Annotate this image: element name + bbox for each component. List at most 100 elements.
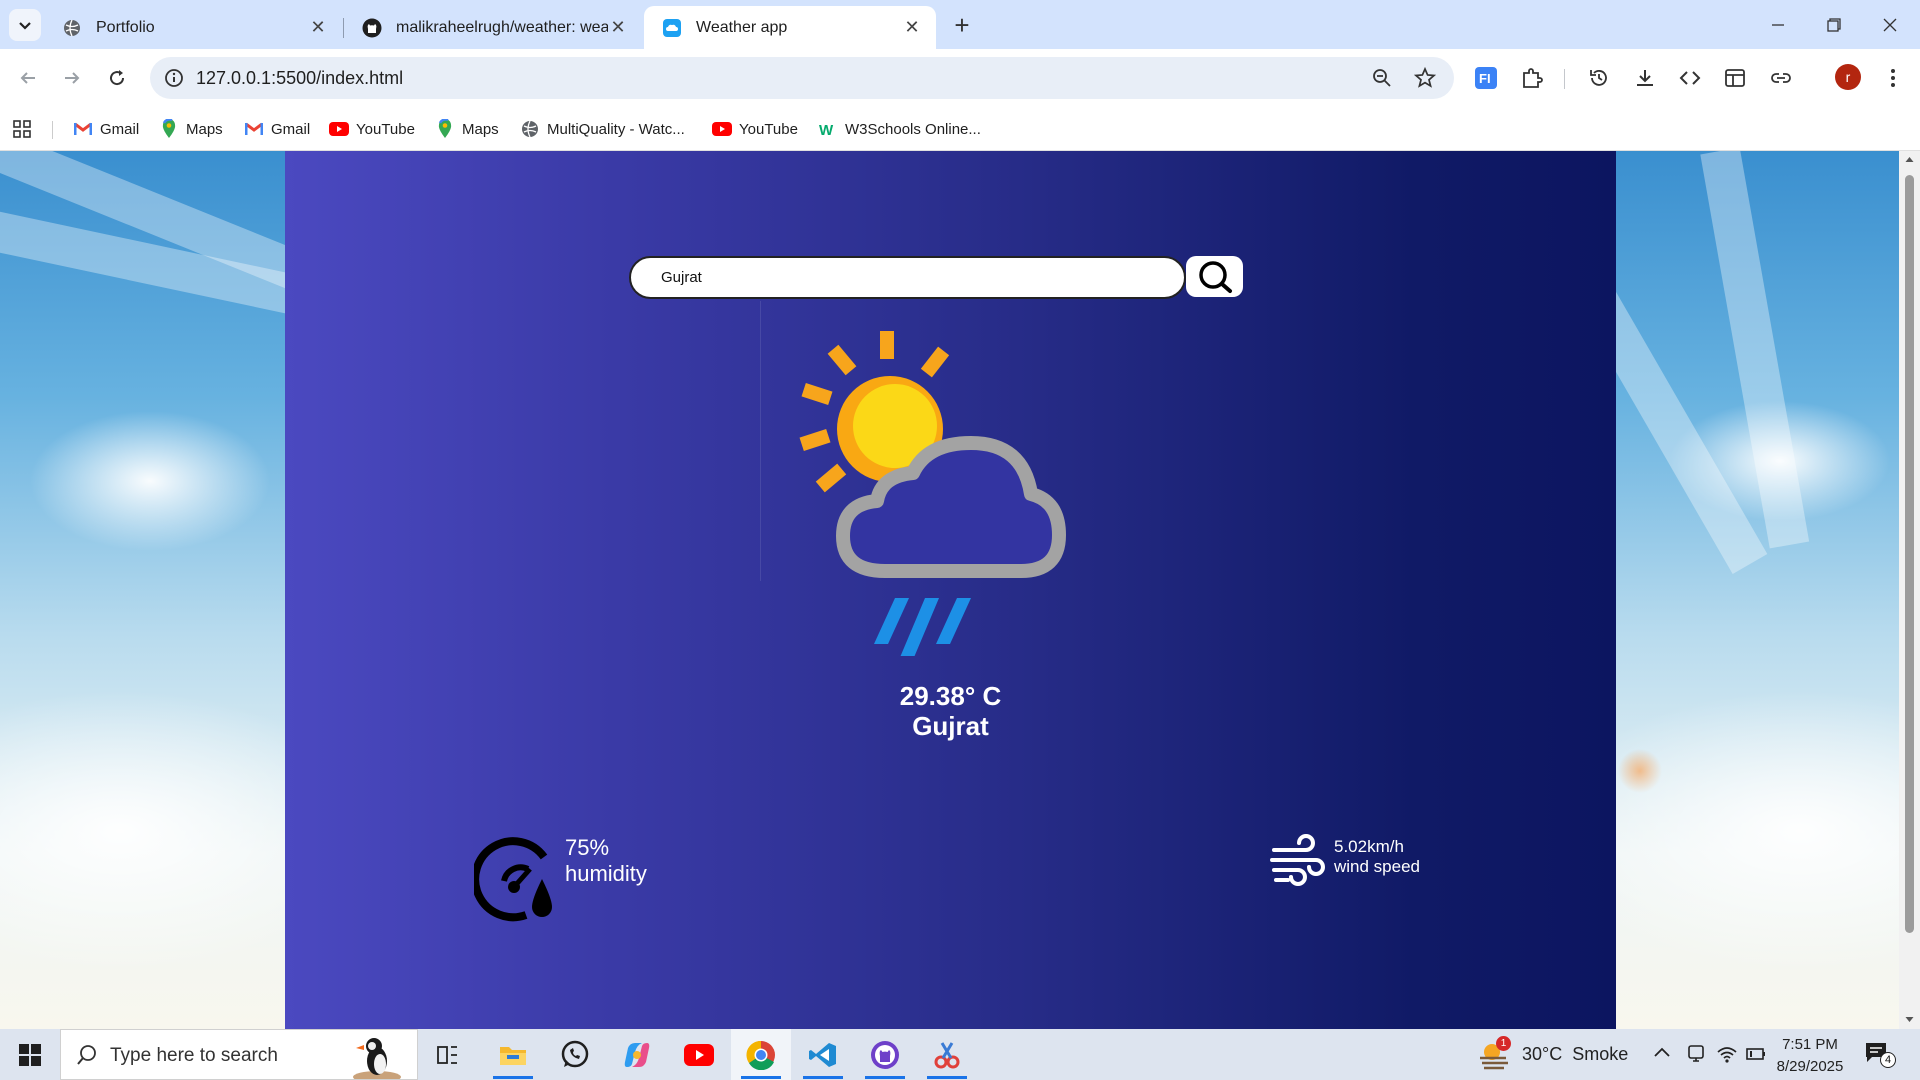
- tab-portfolio[interactable]: Portfolio ✕: [44, 6, 342, 49]
- temperature-text: 29.38° C: [899, 681, 1002, 711]
- search-box: [629, 256, 1186, 299]
- running-indicator: [741, 1076, 781, 1079]
- running-indicator: [493, 1076, 533, 1079]
- wind-icon: [1270, 834, 1325, 886]
- copilot-button[interactable]: [607, 1029, 667, 1080]
- windows-logo-icon: [19, 1043, 41, 1066]
- scroll-up-icon[interactable]: [1905, 155, 1914, 164]
- running-indicator: [865, 1076, 905, 1079]
- bookmark-label: Gmail: [100, 120, 140, 138]
- taskbar-search-box[interactable]: Type here to search: [60, 1029, 418, 1080]
- wind-speed-value: 5.02km/h: [1334, 837, 1404, 856]
- downloads-button[interactable]: [1629, 62, 1661, 94]
- bookmark-gmail[interactable]: Gmail: [244, 117, 310, 141]
- close-tab-icon[interactable]: ✕: [902, 17, 922, 38]
- task-view-icon: [437, 1045, 457, 1064]
- extension-fi-button[interactable]: FI: [1470, 62, 1502, 94]
- profile-avatar[interactable]: r: [1835, 64, 1861, 90]
- network-button[interactable]: [1716, 1043, 1738, 1070]
- share-link-button[interactable]: [1765, 62, 1797, 94]
- notifications-button[interactable]: 4: [1864, 1041, 1896, 1069]
- bookmark-star-icon[interactable]: [1413, 66, 1437, 94]
- show-hidden-icons-button[interactable]: [1652, 1043, 1672, 1068]
- reload-button[interactable]: [101, 62, 133, 94]
- folder-icon: [500, 1046, 526, 1065]
- taskbar-weather-widget[interactable]: 1 30°C Smoke: [1478, 1029, 1628, 1080]
- whatsapp-button[interactable]: [545, 1029, 605, 1080]
- task-view-button[interactable]: [418, 1029, 478, 1080]
- bookmark-separator: [52, 121, 53, 139]
- apps-button[interactable]: [12, 117, 32, 141]
- github-icon: [362, 18, 382, 38]
- battery-button[interactable]: [1745, 1043, 1767, 1070]
- history-button[interactable]: [1583, 62, 1615, 94]
- file-explorer-button[interactable]: [483, 1029, 543, 1080]
- youtube-icon: [684, 1043, 714, 1066]
- search-icon: [1198, 260, 1232, 293]
- restore-button[interactable]: [1806, 0, 1862, 49]
- devtools-button[interactable]: [1674, 62, 1706, 94]
- bookmark-youtube[interactable]: YouTube: [329, 117, 415, 141]
- close-window-button[interactable]: [1862, 0, 1918, 49]
- weather-alert-badge: 1: [1496, 1035, 1511, 1051]
- url-text[interactable]: 127.0.0.1:5500/index.html: [196, 68, 403, 89]
- scrollbar-thumb[interactable]: [1905, 175, 1914, 933]
- humidity-label: humidity: [565, 861, 647, 886]
- bookmark-maps[interactable]: Maps: [435, 117, 499, 141]
- minimize-button[interactable]: [1750, 0, 1806, 49]
- side-panel-button[interactable]: [1719, 62, 1751, 94]
- vscode-icon: [809, 1042, 836, 1067]
- city-search-input[interactable]: [631, 258, 1184, 297]
- chevron-up-icon: [1654, 1047, 1670, 1057]
- chrome-button[interactable]: [731, 1029, 791, 1080]
- forward-button[interactable]: [56, 62, 88, 94]
- minimize-icon: [1772, 23, 1784, 26]
- page-viewport: 29.38° C Gujrat 75% humidity 5.02km/h wi…: [0, 151, 1920, 1029]
- close-tab-icon[interactable]: ✕: [608, 17, 628, 38]
- close-icon: [1883, 18, 1897, 31]
- address-bar[interactable]: 127.0.0.1:5500/index.html: [150, 57, 1454, 99]
- scroll-down-icon[interactable]: [1905, 1015, 1914, 1024]
- youtube-app-button[interactable]: [669, 1029, 729, 1080]
- history-icon: [1590, 70, 1607, 86]
- browser-toolbar: 127.0.0.1:5500/index.html FI r: [0, 49, 1920, 107]
- city-name-text: Gujrat: [912, 711, 989, 741]
- bookmarks-bar: Gmail Maps Gmail YouTube Maps MultiQuali…: [0, 107, 1920, 151]
- back-button[interactable]: [12, 62, 44, 94]
- device-icon: [1688, 1045, 1704, 1062]
- vscode-button[interactable]: [793, 1029, 853, 1080]
- bookmark-w3schools[interactable]: W W3Schools Online...: [818, 117, 981, 141]
- meet-now-button[interactable]: [1685, 1043, 1707, 1070]
- puffin-search-highlight-icon: [353, 1038, 401, 1079]
- w3schools-icon: W: [818, 119, 838, 139]
- github-desktop-button[interactable]: [855, 1029, 915, 1080]
- browser-tab-strip: Portfolio ✕ malikraheelrugh/weather: wea…: [0, 0, 1920, 49]
- tab-search-button[interactable]: [9, 9, 41, 41]
- notification-count-badge: 4: [1880, 1052, 1896, 1068]
- tab-github[interactable]: malikraheelrugh/weather: weat ✕: [344, 6, 642, 49]
- bookmark-maps[interactable]: Maps: [159, 117, 223, 141]
- taskbar-clock[interactable]: 7:51 PM 8/29/2025: [1770, 1034, 1850, 1078]
- tab-weather-app[interactable]: Weather app ✕: [644, 6, 936, 49]
- new-tab-button[interactable]: +: [948, 10, 976, 40]
- extensions-button[interactable]: [1516, 62, 1548, 94]
- close-tab-icon[interactable]: ✕: [308, 17, 328, 38]
- zoom-icon[interactable]: [1372, 68, 1392, 93]
- snipping-tool-button[interactable]: [917, 1029, 977, 1080]
- browser-menu-button[interactable]: [1877, 62, 1909, 94]
- whatsapp-icon: [561, 1040, 589, 1067]
- bookmark-gmail[interactable]: Gmail: [73, 117, 139, 141]
- start-button[interactable]: [0, 1029, 60, 1080]
- maps-pin-icon: [159, 119, 179, 139]
- page-scrollbar[interactable]: [1899, 151, 1920, 1029]
- weather-app-favicon-icon: [662, 18, 682, 38]
- snipping-tool-icon: [934, 1041, 960, 1068]
- site-info-icon[interactable]: [164, 68, 184, 93]
- bookmark-multiquality[interactable]: MultiQuality - Watc...: [520, 117, 685, 141]
- bookmark-label: YouTube: [739, 120, 798, 138]
- bookmark-label: Gmail: [271, 120, 311, 138]
- maps-pin-icon: [435, 119, 455, 139]
- bookmark-youtube[interactable]: YouTube: [712, 117, 798, 141]
- globe-icon: [62, 18, 82, 38]
- search-button[interactable]: [1186, 256, 1243, 297]
